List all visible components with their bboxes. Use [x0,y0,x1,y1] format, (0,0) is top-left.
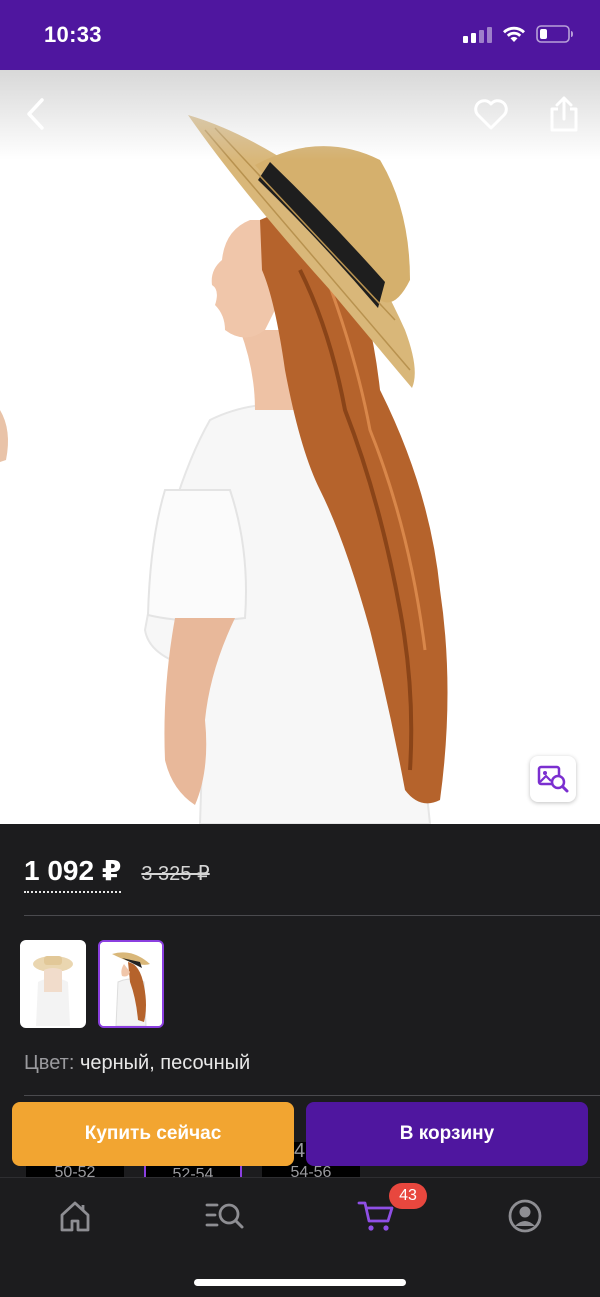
divider [24,915,600,916]
product-info-panel: 1 092 ₽ 3 325 ₽ Цвет: черный, песочный 5… [0,824,600,1183]
nav-catalog[interactable] [205,1196,245,1236]
profile-icon [508,1199,542,1233]
color-value: черный, песочный [79,1052,251,1074]
share-button[interactable] [542,92,586,136]
divider [24,1095,600,1096]
add-to-cart-button[interactable]: В корзину [306,1102,588,1166]
price-row: 1 092 ₽ 3 325 ₽ [24,854,210,893]
favorite-button[interactable] [469,92,513,136]
color-thumbnails [20,940,164,1028]
product-image-gallery[interactable] [0,70,600,824]
image-search-button[interactable] [530,756,576,802]
share-icon [550,96,578,132]
battery-icon [536,25,573,43]
cart-icon [357,1201,394,1231]
home-icon [60,1201,90,1232]
heart-icon [474,99,508,130]
signal-icon [463,25,492,43]
status-time: 10:33 [44,22,102,47]
chevron-left-icon [27,98,44,130]
back-button[interactable] [14,92,58,136]
thumbnail-front[interactable] [20,940,86,1028]
product-photo [0,70,600,824]
bottom-nav: 43 [0,1177,600,1297]
current-price[interactable]: 1 092 ₽ [24,854,122,893]
nav-home[interactable] [55,1196,95,1236]
product-screen: 10:33 1 092 ₽ 3 325 ₽ Цвет: черный, песо… [0,0,600,1297]
buy-now-button[interactable]: Купить сейчас [12,1102,294,1166]
old-price: 3 325 ₽ [141,863,210,885]
color-label: Цвет: [24,1052,75,1074]
thumbnail-front-image [22,942,84,1026]
thumbnail-side-image [100,942,162,1026]
nav-profile[interactable] [505,1196,545,1236]
thumbnail-side[interactable] [98,940,164,1028]
size-partial-digit: 4 [294,1140,306,1162]
status-bar: 10:33 [0,0,600,70]
cart-count-badge: 43 [389,1183,427,1209]
home-indicator [194,1279,406,1286]
image-search-icon [537,765,569,793]
status-icons [463,24,574,44]
wifi-icon [503,26,525,42]
color-row: Цвет: черный, песочный [24,1052,250,1075]
catalog-search-icon [205,1203,244,1229]
